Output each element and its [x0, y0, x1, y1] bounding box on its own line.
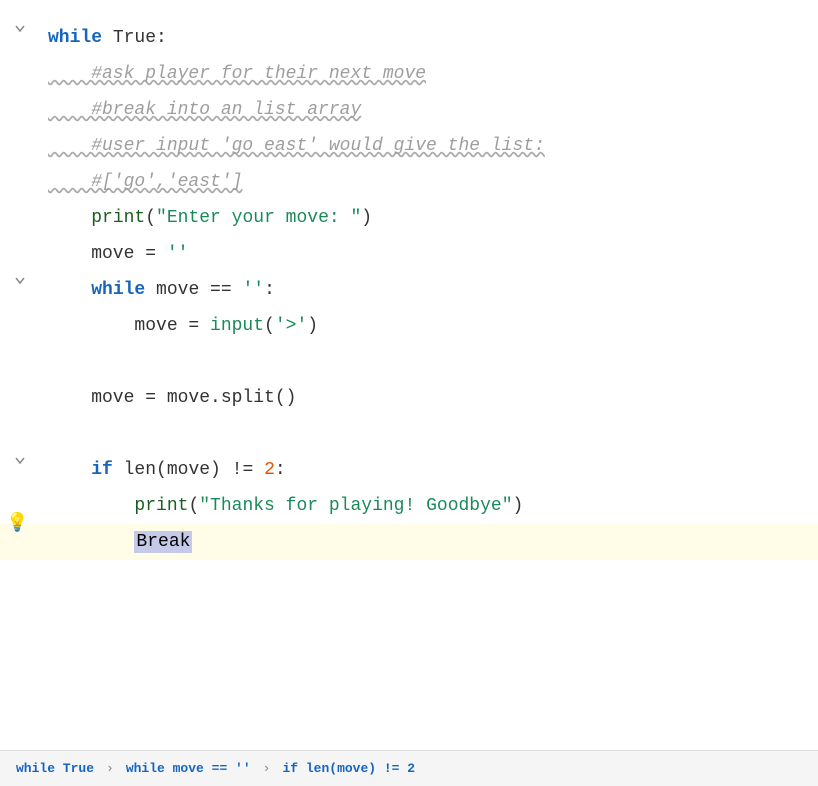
line-content: Break: [40, 524, 818, 560]
line-content: #ask player for their next move: [40, 56, 818, 92]
gutter: [0, 272, 40, 288]
breadcrumb-arrow-1: ›: [106, 761, 114, 776]
code-line-highlighted: 💡 Break: [0, 524, 818, 560]
line-content: [40, 344, 818, 380]
gutter: [0, 452, 40, 468]
code-editor[interactable]: while True: #ask player for their next m…: [0, 0, 818, 750]
line-content: if len(move) != 2:: [40, 452, 818, 488]
line-content: move = move.split(): [40, 380, 818, 416]
code-line: if len(move) != 2:: [0, 452, 818, 488]
arrow-down-icon: [12, 20, 28, 36]
bulb-icon: 💡: [6, 506, 28, 542]
arrow-down-icon: [12, 272, 28, 288]
line-content: #user input 'go east' would give the lis…: [40, 128, 818, 164]
breadcrumb-item-1: while True: [16, 761, 94, 776]
code-line: while True:: [0, 20, 818, 56]
code-line: move = '': [0, 236, 818, 272]
code-line: [0, 416, 818, 452]
code-line: print("Thanks for playing! Goodbye"): [0, 488, 818, 524]
code-line: while move == '':: [0, 272, 818, 308]
code-line: #user input 'go east' would give the lis…: [0, 128, 818, 164]
breadcrumb-item-3: if len(move) != 2: [282, 761, 415, 776]
statusbar: while True › while move == '' › if len(m…: [0, 750, 818, 786]
line-content: while move == '':: [40, 272, 818, 308]
code-line: [0, 344, 818, 380]
line-content: move = input('>'): [40, 308, 818, 344]
arrow-down-icon: [12, 452, 28, 468]
gutter: [0, 20, 40, 36]
code-line: #ask player for their next move: [0, 56, 818, 92]
line-content: print("Thanks for playing! Goodbye"): [40, 488, 818, 524]
breadcrumb-item-2: while move == '': [126, 761, 251, 776]
line-content: print("Enter your move: "): [40, 200, 818, 236]
line-content: [40, 416, 818, 452]
break-keyword: Break: [134, 531, 192, 553]
code-line: #break into an list array: [0, 92, 818, 128]
code-line: #['go','east']: [0, 164, 818, 200]
line-content: while True:: [40, 20, 818, 56]
code-line: move = move.split(): [0, 380, 818, 416]
code-container: while True: #ask player for their next m…: [0, 20, 818, 560]
code-line: print("Enter your move: "): [0, 200, 818, 236]
line-content: move = '': [40, 236, 818, 272]
line-content: #break into an list array: [40, 92, 818, 128]
line-content: #['go','east']: [40, 164, 818, 200]
breadcrumb-arrow-2: ›: [263, 761, 271, 776]
code-line: move = input('>'): [0, 308, 818, 344]
